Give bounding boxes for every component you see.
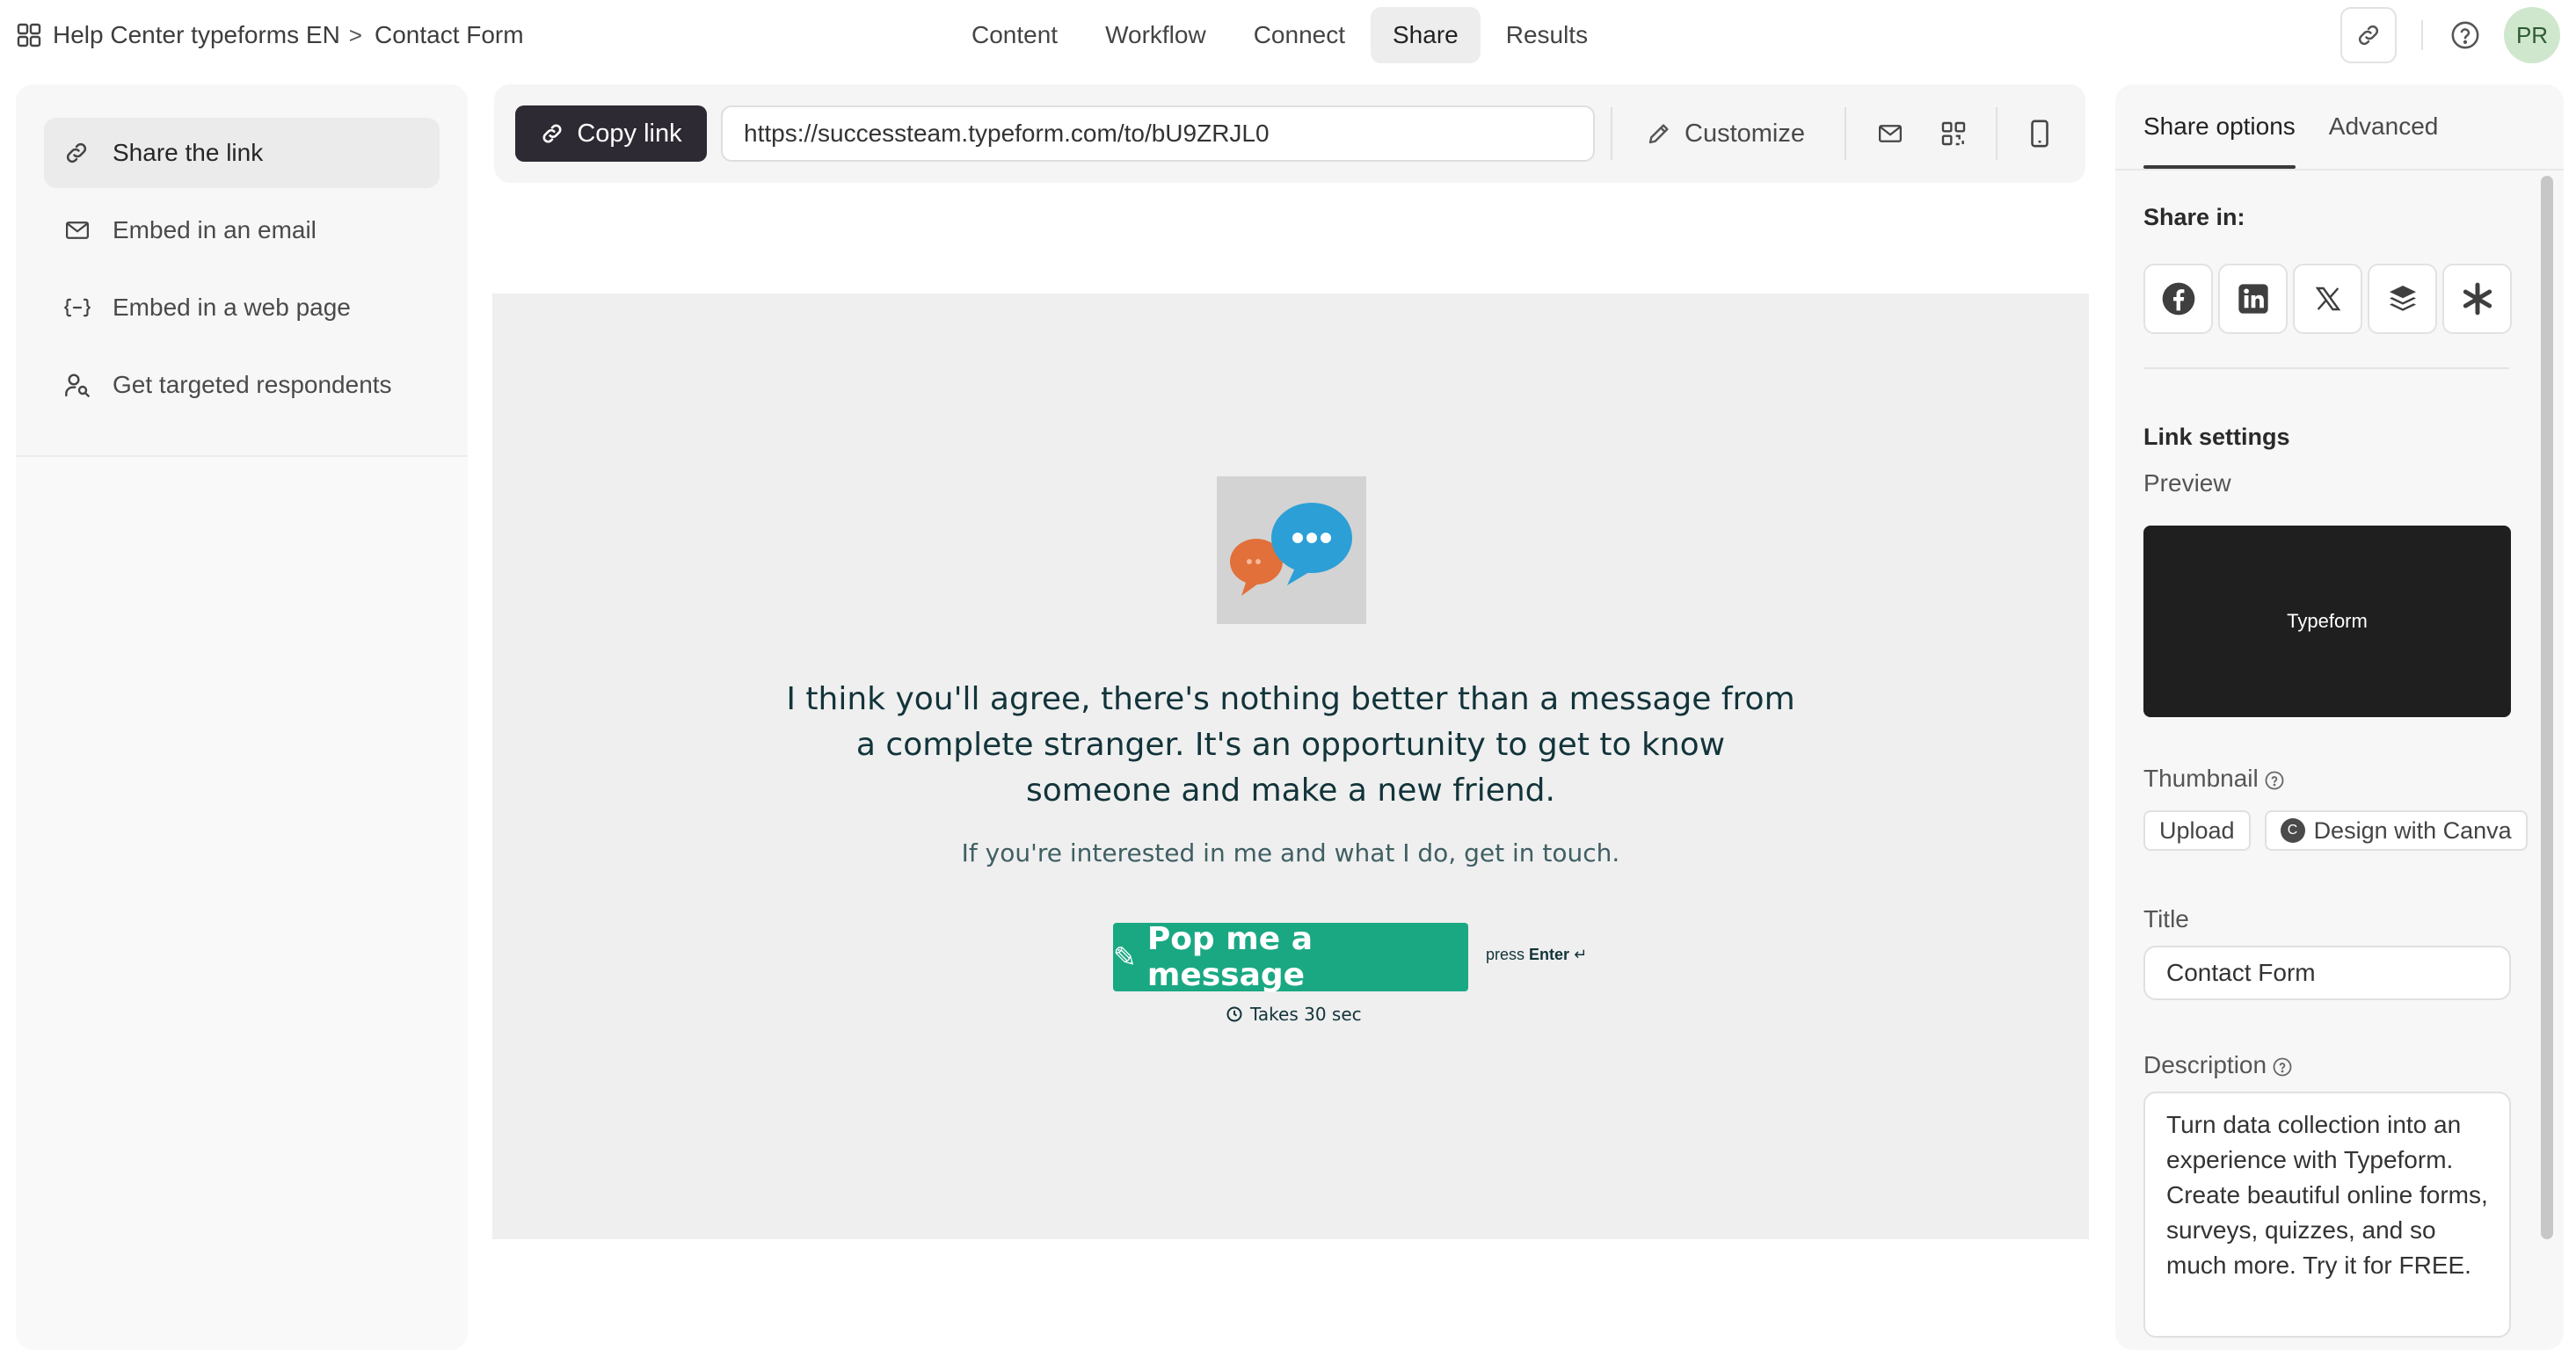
link-icon — [2358, 25, 2379, 46]
time-estimate-label: Takes 30 sec — [1250, 1004, 1362, 1025]
pencil-glyph-icon: ✎ — [1113, 940, 1137, 974]
facebook-icon — [2162, 282, 2194, 316]
start-form-button[interactable]: pencil-glyph ✎ Pop me a message — [1113, 921, 1468, 993]
tab-connect[interactable]: Connect — [1232, 7, 1367, 63]
panel-tabs: Share options Advanced — [2143, 84, 2438, 169]
description-label-text: Description — [2143, 1051, 2267, 1078]
mail-icon[interactable] — [1862, 105, 1918, 162]
share-url-field[interactable] — [721, 105, 1595, 162]
hint-prefix: press — [1486, 946, 1525, 963]
sidebar-item-share-link[interactable]: Share the link — [44, 118, 440, 188]
form-preview: I think you'll agree, there's nothing be… — [492, 294, 2089, 1239]
buffer-icon — [2389, 285, 2416, 311]
main-nav: Content Workflow Connect Share Results — [950, 7, 1610, 63]
breadcrumb-form-name[interactable]: Contact Form — [375, 21, 524, 49]
breadcrumb: Help Center typeforms EN > Contact Form — [16, 18, 524, 53]
more-share-button[interactable] — [2442, 264, 2512, 334]
share-in-label: Share in: — [2143, 204, 2245, 230]
divider — [2115, 169, 2564, 171]
title-input[interactable]: Contact Form — [2143, 946, 2511, 1000]
divider — [2421, 20, 2423, 50]
x-icon — [2315, 287, 2340, 311]
sidebar-item-label: Embed in a web page — [113, 294, 351, 321]
x-share-button[interactable] — [2293, 264, 2362, 334]
copy-form-link-button[interactable] — [2340, 7, 2397, 63]
customize-button[interactable]: Customize — [1646, 105, 1805, 162]
upload-thumbnail-button[interactable]: Upload — [2143, 810, 2251, 851]
sidebar-item-label: Share the link — [113, 139, 264, 166]
thumbnail-actions: Upload C Design with Canva — [2143, 810, 2528, 851]
design-with-canva-button[interactable]: C Design with Canva — [2264, 810, 2528, 851]
preview-label: Preview — [2143, 469, 2231, 497]
tab-share-options[interactable]: Share options — [2143, 84, 2296, 169]
sidebar-item-embed-web[interactable]: Embed in a web page — [44, 272, 440, 343]
enter-icon: ↵ — [1574, 946, 1588, 963]
link-icon — [63, 140, 95, 166]
description-textarea[interactable]: Turn data collection into an experience … — [2143, 1092, 2511, 1338]
canva-logo-icon: C — [2280, 818, 2305, 843]
customize-label: Customize — [1685, 119, 1805, 148]
pencil-icon — [1648, 124, 1669, 144]
share-link-toolbar: Copy link Customize — [494, 84, 2085, 183]
avatar[interactable]: PR — [2504, 7, 2560, 63]
link-preview-card: Typeform — [2143, 526, 2511, 717]
panel-scrollbar[interactable] — [2541, 176, 2553, 1239]
clock-icon — [1226, 1006, 1242, 1022]
tab-content[interactable]: Content — [950, 7, 1080, 63]
tab-advanced[interactable]: Advanced — [2329, 84, 2439, 169]
sidebar-empty-area — [16, 457, 468, 1350]
share-options-panel: Share options Advanced Share in: Link se… — [2115, 84, 2564, 1350]
chat-bubbles-image — [1217, 476, 1366, 624]
mobile-preview-icon[interactable] — [2012, 105, 2068, 162]
link-icon — [542, 124, 562, 143]
asterisk-icon — [2463, 282, 2492, 316]
divider — [1611, 107, 1612, 160]
sidebar-item-targeted-respondents[interactable]: Get targeted respondents — [44, 350, 440, 420]
link-preview-title: Typeform — [2287, 610, 2368, 632]
canva-label: Design with Canva — [2313, 816, 2512, 844]
breadcrumb-separator: > — [348, 21, 362, 48]
divider — [1996, 107, 1997, 160]
social-share-buttons — [2143, 264, 2512, 334]
help-icon[interactable] — [2448, 18, 2483, 53]
linkedin-icon — [2238, 284, 2268, 314]
apps-grid-icon[interactable] — [16, 22, 42, 48]
title-label: Title — [2143, 905, 2189, 932]
copy-link-button[interactable]: Copy link — [515, 105, 707, 162]
description-label: Description — [2143, 1051, 2293, 1079]
tab-workflow[interactable]: Workflow — [1083, 7, 1228, 63]
buffer-share-button[interactable] — [2368, 264, 2437, 334]
sidebar-item-embed-email[interactable]: Embed in an email — [44, 195, 440, 265]
hint-key: Enter — [1529, 946, 1570, 963]
share-sidebar: Share the link Embed in an email Embed i… — [16, 84, 468, 1350]
top-bar: Help Center typeforms EN > Contact Form … — [0, 0, 2576, 70]
user-search-icon — [63, 371, 95, 399]
linkedin-share-button[interactable] — [2218, 264, 2288, 334]
press-enter-hint: press Enter ↵ — [1486, 946, 1587, 964]
tab-share[interactable]: Share — [1371, 7, 1481, 63]
thumbnail-label-text: Thumbnail — [2143, 765, 2259, 792]
sidebar-item-label: Embed in an email — [113, 216, 317, 243]
mail-icon — [63, 217, 95, 243]
share-methods-menu: Share the link Embed in an email Embed i… — [16, 84, 468, 457]
form-welcome-subtext: If you're interested in me and what I do… — [961, 838, 1620, 867]
divider — [1845, 107, 1846, 160]
info-icon[interactable] — [2272, 1056, 2293, 1078]
breadcrumb-workspace[interactable]: Help Center typeforms EN — [53, 21, 340, 49]
qr-code-icon[interactable] — [1925, 105, 1982, 162]
divider — [2143, 367, 2509, 369]
start-form-label: Pop me a message — [1146, 921, 1313, 993]
time-estimate: Takes 30 sec — [1226, 1004, 1362, 1025]
form-welcome-headline: I think you'll agree, there's nothing be… — [786, 681, 1795, 809]
info-icon[interactable] — [2264, 770, 2285, 791]
facebook-share-button[interactable] — [2143, 264, 2213, 334]
thumbnail-label: Thumbnail — [2143, 765, 2285, 793]
tab-results[interactable]: Results — [1484, 7, 1610, 63]
link-settings-heading: Link settings — [2143, 424, 2290, 450]
sidebar-item-label: Get targeted respondents — [113, 371, 392, 398]
top-right-actions: PR — [2340, 7, 2560, 63]
copy-link-label: Copy link — [577, 119, 682, 148]
code-braces-icon — [63, 294, 95, 321]
